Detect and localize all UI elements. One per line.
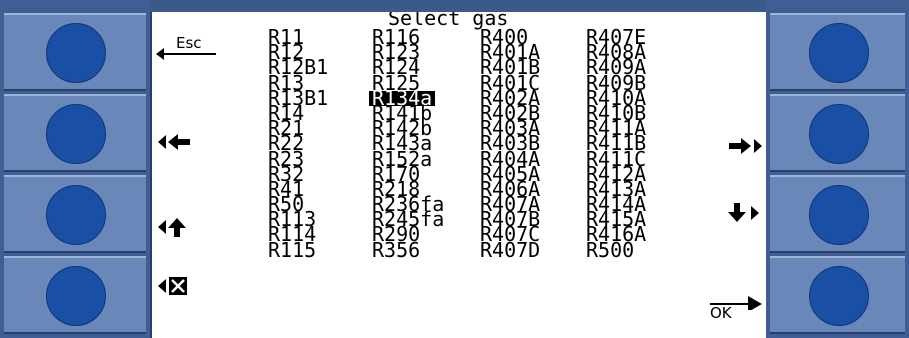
softkey-left-2[interactable]: [4, 94, 146, 172]
right-softkey-panel: [766, 0, 909, 338]
softkey-right-4[interactable]: [770, 256, 905, 334]
back-arrow-icon: [156, 48, 216, 60]
knob-left-4[interactable]: [46, 266, 106, 326]
gas-column-2: R116 R123 R124 R125 R134a R141b R142b R143a R152…: [369, 27, 444, 260]
gas-option-label: R500: [586, 237, 635, 262]
page-right-icon[interactable]: [727, 136, 763, 156]
esc-softkey-label[interactable]: Esc: [154, 34, 224, 64]
ok-label: OK: [710, 304, 732, 322]
softkey-right-2[interactable]: [770, 94, 905, 172]
knob-right-4[interactable]: [808, 266, 869, 326]
gas-option[interactable]: R407D: [480, 240, 540, 260]
gas-option[interactable]: R115: [268, 240, 328, 260]
left-softkey-panel: [0, 0, 150, 338]
gas-option[interactable]: R356: [372, 240, 444, 260]
softkey-left-1[interactable]: [4, 13, 146, 91]
gas-option-label: R356: [372, 237, 421, 262]
ok-softkey-label[interactable]: OK: [708, 280, 766, 326]
softkey-left-3[interactable]: [4, 175, 146, 253]
softkey-left-4[interactable]: [4, 256, 146, 334]
knob-left-3[interactable]: [46, 185, 106, 245]
gas-column-1: R11 R12 R12B1 R13 R13B1 R14 R21 R22 R23 R32 R41 R50…: [268, 27, 328, 260]
knob-right-2[interactable]: [808, 104, 869, 164]
gas-column-4: R407E R408A R409A R409B R410A R410B R411A R411B…: [586, 27, 646, 260]
knob-left-1[interactable]: [46, 23, 106, 83]
page-left-icon[interactable]: [158, 132, 192, 152]
gas-option-label: R115: [268, 237, 317, 262]
page-down-icon[interactable]: [727, 202, 763, 224]
knob-right-3[interactable]: [808, 185, 869, 245]
gas-option-label: R407D: [480, 237, 541, 262]
page-up-icon[interactable]: [158, 216, 192, 238]
delete-icon[interactable]: [158, 275, 198, 297]
gas-column-3: R400 R401A R401B R401C R402A R402B R403A R403B R…: [480, 27, 540, 260]
knob-right-1[interactable]: [808, 23, 869, 83]
softkey-right-3[interactable]: [770, 175, 905, 253]
lcd-screen: Select gas Esc OK R11 R12 R12B1 R13 R13B…: [150, 12, 766, 338]
knob-left-2[interactable]: [46, 104, 106, 164]
softkey-right-1[interactable]: [770, 13, 905, 91]
